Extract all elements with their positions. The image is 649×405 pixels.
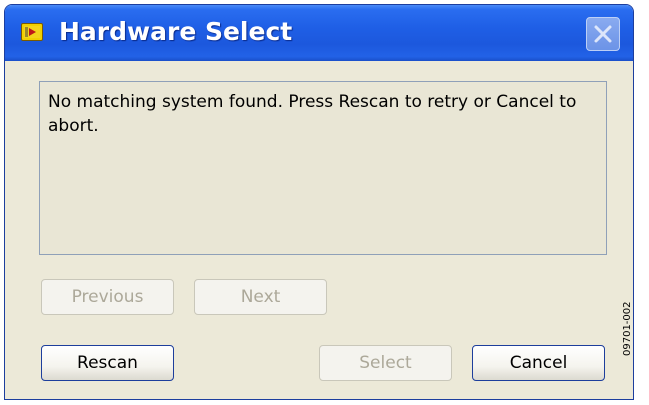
hardware-select-dialog: Hardware Select No matching system found… — [4, 4, 634, 400]
cancel-button[interactable]: Cancel — [472, 345, 605, 381]
figure-code-text: 09701-002 — [622, 301, 633, 356]
close-button[interactable] — [586, 17, 620, 51]
select-button[interactable]: Select — [319, 345, 452, 381]
status-message: No matching system found. Press Rescan t… — [48, 92, 577, 136]
rescan-button[interactable]: Rescan — [41, 345, 174, 381]
labview-icon — [21, 23, 43, 41]
previous-button[interactable]: Previous — [41, 279, 174, 315]
next-button[interactable]: Next — [194, 279, 327, 315]
window-title: Hardware Select — [59, 17, 293, 46]
message-panel: No matching system found. Press Rescan t… — [39, 81, 607, 255]
title-bar[interactable]: Hardware Select — [5, 5, 633, 61]
